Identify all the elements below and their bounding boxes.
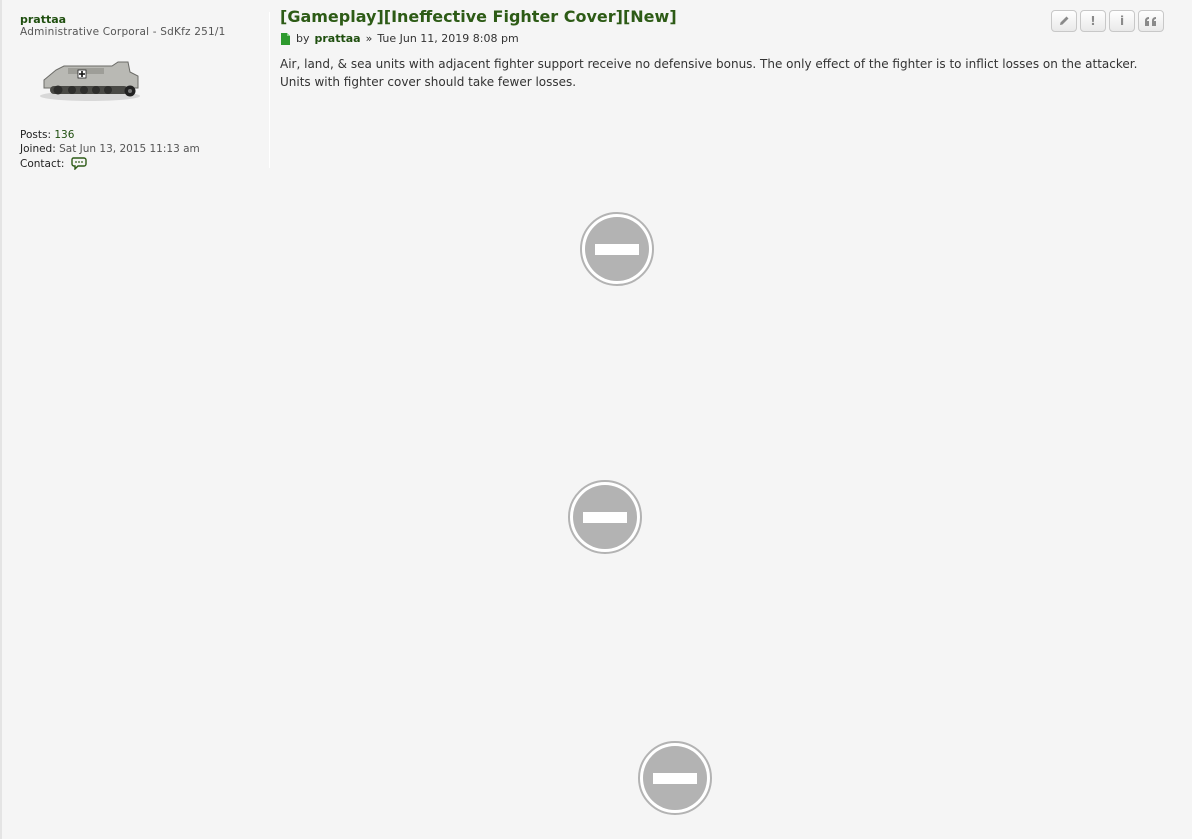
author-stats: Posts: 136 Joined: Sat Jun 13, 2015 11:1… xyxy=(20,128,200,171)
post-date: Tue Jun 11, 2019 8:08 pm xyxy=(377,32,519,45)
post-title[interactable]: [Gameplay][Ineffective Fighter Cover][Ne… xyxy=(280,6,1170,28)
posts-count-link[interactable]: 136 xyxy=(54,129,74,141)
post-author-link[interactable]: prattaa xyxy=(315,32,361,45)
author-rank: Administrative Corporal - SdKfz 251/1 xyxy=(20,26,226,38)
contact-label: Contact: xyxy=(20,158,65,170)
pencil-icon xyxy=(1060,16,1069,25)
blocked-content-icon[interactable] xyxy=(638,741,712,815)
joined-date: Sat Jun 13, 2015 11:13 am xyxy=(59,143,200,155)
posts-row: Posts: 136 xyxy=(20,128,200,142)
post-actions: ! i xyxy=(1051,10,1164,32)
blocked-bar xyxy=(595,243,639,255)
blocked-content-disc xyxy=(573,485,637,549)
posts-label: Posts: xyxy=(20,129,51,141)
blocked-content-icon[interactable] xyxy=(568,480,642,554)
contact-row: Contact: xyxy=(20,156,200,171)
blocked-content-disc xyxy=(585,217,649,281)
halftrack-vehicle-avatar xyxy=(40,61,140,101)
post-profile: prattaa Administrative Corporal - SdKfz … xyxy=(20,12,270,171)
joined-label: Joined: xyxy=(20,143,56,155)
blocked-bar xyxy=(653,772,697,784)
document-icon[interactable] xyxy=(280,32,291,45)
byline-separator: » xyxy=(365,32,373,45)
report-button[interactable]: ! xyxy=(1080,10,1106,32)
author-username-link[interactable]: prattaa xyxy=(20,13,66,26)
chat-bubbles-icon[interactable] xyxy=(71,156,89,170)
quote-icon xyxy=(1145,16,1156,26)
info-button[interactable]: i xyxy=(1109,10,1135,32)
blocked-content-icon[interactable] xyxy=(580,212,654,286)
blocked-content-disc xyxy=(643,746,707,810)
quote-button[interactable] xyxy=(1138,10,1164,32)
by-label: by xyxy=(296,32,310,45)
joined-row: Joined: Sat Jun 13, 2015 11:13 am xyxy=(20,142,200,156)
post-body: [Gameplay][Ineffective Fighter Cover][Ne… xyxy=(280,6,1170,91)
blocked-bar xyxy=(583,511,627,523)
post-byline: by prattaa » Tue Jun 11, 2019 8:08 pm xyxy=(280,32,1170,45)
info-icon: i xyxy=(1119,14,1125,28)
post-content: Air, land, & sea units with adjacent fig… xyxy=(280,57,1138,89)
exclamation-icon: ! xyxy=(1090,14,1096,28)
edit-button[interactable] xyxy=(1051,10,1077,32)
forum-post: prattaa Administrative Corporal - SdKfz … xyxy=(0,0,1192,839)
